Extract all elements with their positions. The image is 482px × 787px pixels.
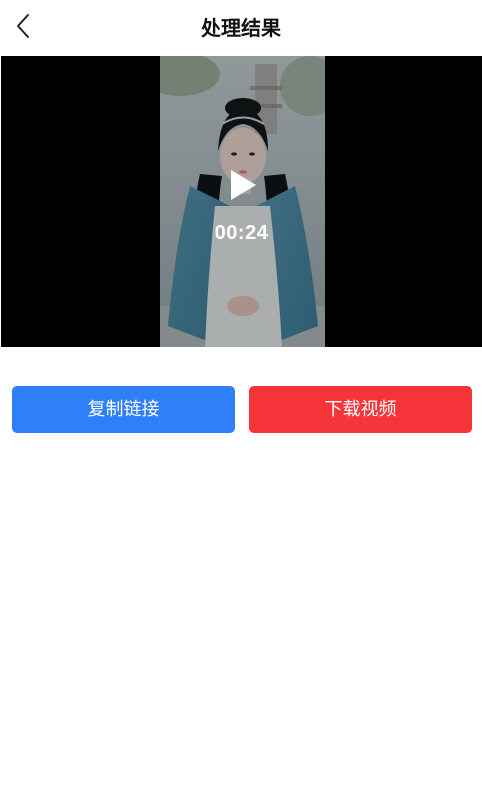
video-duration: 00:24 <box>214 222 269 244</box>
result-page: 处理结果 00:24 复制链接 下载视频 <box>0 0 482 787</box>
copy-link-button[interactable]: 复制链接 <box>12 386 235 433</box>
page-title: 处理结果 <box>201 16 281 40</box>
video-player[interactable]: 00:24 <box>1 56 482 347</box>
play-icon <box>231 170 256 200</box>
top-bar: 处理结果 <box>0 0 482 56</box>
play-button[interactable] <box>228 168 258 202</box>
download-video-button[interactable]: 下载视频 <box>249 386 472 433</box>
